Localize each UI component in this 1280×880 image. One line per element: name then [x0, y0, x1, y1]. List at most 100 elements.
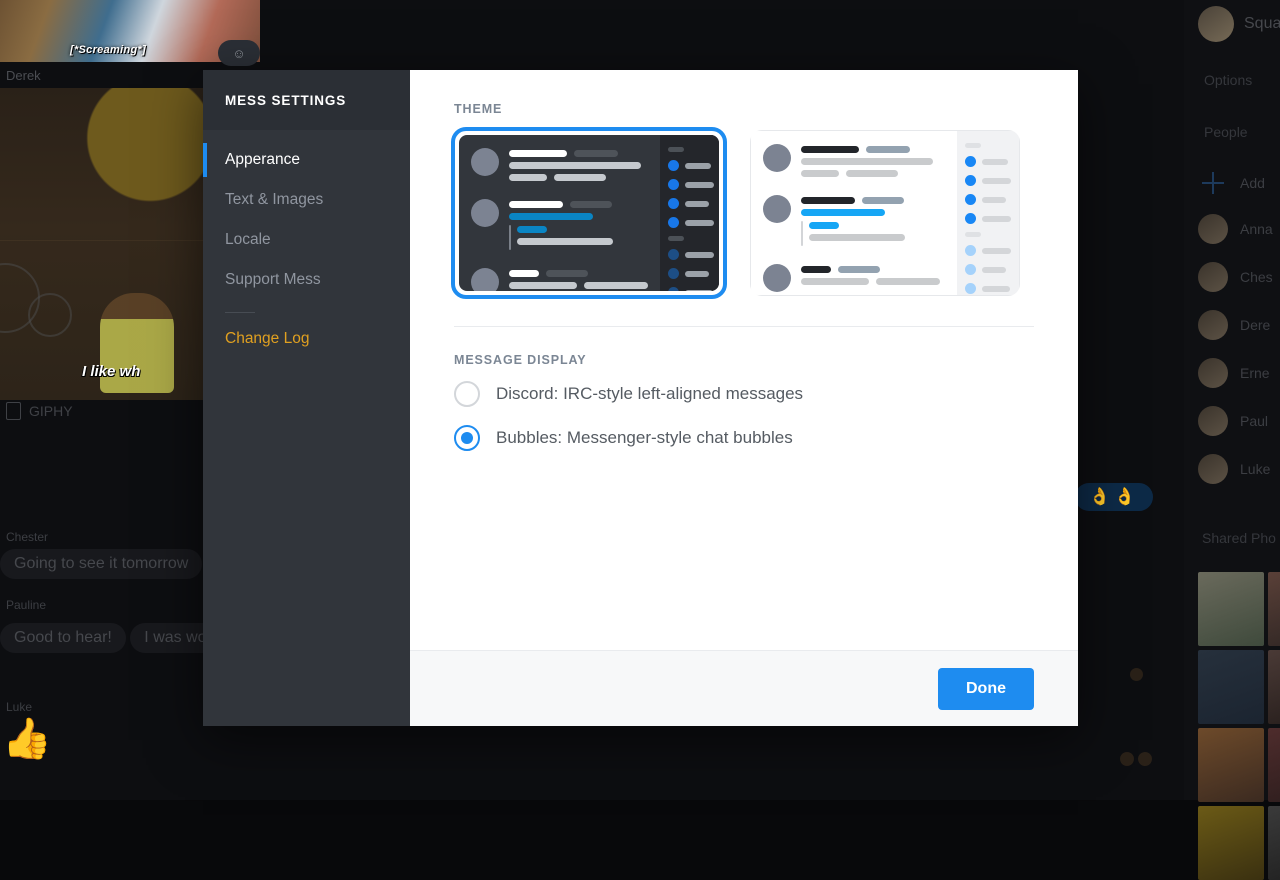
shared-photo-thumbnail[interactable]	[1268, 806, 1280, 880]
preview-message-lines	[509, 268, 648, 291]
nav-item-locale[interactable]: Locale	[203, 220, 410, 260]
preview-quote-lines	[517, 225, 648, 250]
theme-option-light[interactable]	[750, 130, 1020, 296]
people-section-label[interactable]: People	[1204, 124, 1248, 140]
preview-text-bar	[584, 282, 648, 289]
nav-item-text-and-images[interactable]: Text & Images	[203, 180, 410, 220]
radio-button-bubbles[interactable]	[454, 425, 480, 451]
settings-nav: MESS SETTINGS Apperance Text & Images Lo…	[203, 70, 410, 726]
preview-timestamp-bar	[546, 270, 588, 277]
conversation-header[interactable]: Squad	[1198, 0, 1280, 48]
member-name-bar	[982, 197, 1006, 203]
add-label: Add	[1240, 175, 1265, 191]
member-row	[965, 245, 1011, 256]
options-section-label[interactable]: Options	[1204, 72, 1252, 88]
message-author: Luke	[0, 700, 52, 714]
avatar	[1198, 454, 1228, 484]
person-name: Dere	[1240, 317, 1270, 333]
member-name-bar	[685, 252, 714, 258]
add-reaction-button[interactable]: ☺	[218, 40, 260, 66]
message-display-section-label: MESSAGE DISPLAY	[454, 353, 1034, 367]
message-display-option-discord[interactable]: Discord: IRC-style left-aligned messages	[454, 381, 1034, 407]
preview-message-group	[763, 264, 945, 292]
status-dot	[965, 175, 976, 186]
preview-text-bar	[809, 234, 905, 241]
shared-photo-thumbnail[interactable]	[1198, 728, 1264, 802]
people-list-item[interactable]: Ches	[1198, 262, 1273, 292]
gif-attachment-card[interactable]: I like wh	[0, 88, 203, 400]
member-name-bar	[982, 178, 1011, 184]
done-button[interactable]: Done	[938, 668, 1034, 710]
nav-item-change-log[interactable]: Change Log	[203, 319, 410, 359]
preview-text-row	[801, 278, 945, 285]
avatar	[1198, 6, 1234, 42]
avatar	[1198, 358, 1228, 388]
member-name-bar	[982, 286, 1010, 292]
preview-username-bar	[801, 146, 859, 153]
theme-option-dark[interactable]	[454, 130, 724, 296]
emoji-message-bubble[interactable]: 👌👌	[1075, 483, 1153, 511]
member-group-header	[668, 236, 684, 241]
preview-message-lines	[801, 195, 945, 251]
conversation-title: Squad	[1244, 15, 1280, 33]
people-list-item[interactable]: Anna	[1198, 214, 1273, 244]
people-list-item[interactable]: Luke	[1198, 454, 1270, 484]
person-name: Luke	[1240, 461, 1270, 477]
message-bubble[interactable]: Good to hear!	[0, 623, 126, 653]
preview-text-bar	[509, 162, 641, 169]
people-list-item[interactable]: Dere	[1198, 310, 1270, 340]
member-name-bar	[685, 182, 714, 188]
status-dot	[668, 249, 679, 260]
preview-username-bar	[801, 266, 831, 273]
message-group-chester: Chester Going to see it tomorrow	[0, 530, 202, 579]
member-row	[965, 213, 1011, 224]
avatar	[1198, 406, 1228, 436]
preview-quote-lines	[809, 221, 945, 246]
people-list-item[interactable]: Erne	[1198, 358, 1270, 388]
member-row	[965, 264, 1011, 275]
satellite-dish-icon	[28, 293, 72, 337]
avatar	[1198, 214, 1228, 244]
status-dot	[668, 268, 679, 279]
settings-content: THEME	[410, 70, 1078, 650]
message-display-option-bubbles[interactable]: Bubbles: Messenger-style chat bubbles	[454, 425, 1034, 451]
avatar	[763, 195, 791, 223]
preview-text-bar	[509, 174, 547, 181]
shared-photo-thumbnail[interactable]	[1198, 650, 1264, 724]
shared-photo-thumbnail[interactable]	[1268, 572, 1280, 646]
avatar	[471, 148, 499, 176]
shared-photo-thumbnail[interactable]	[1198, 806, 1264, 880]
radio-button-discord[interactable]	[454, 381, 480, 407]
add-person-button[interactable]: Add	[1198, 168, 1265, 198]
gif-banner-caption: [*Screaming*]	[70, 44, 146, 56]
quote-rule	[509, 225, 511, 250]
preview-link-bar	[809, 222, 839, 229]
avatar	[1130, 668, 1143, 681]
nav-item-support-mess[interactable]: Support Mess	[203, 260, 410, 300]
avatar	[1198, 262, 1228, 292]
member-row	[668, 217, 714, 228]
message-bubble[interactable]: Going to see it tomorrow	[0, 549, 202, 579]
preview-link-bar	[801, 209, 885, 216]
preview-text-bar	[801, 278, 869, 285]
radio-label-discord: Discord: IRC-style left-aligned messages	[496, 384, 803, 404]
status-dot	[668, 287, 679, 291]
settings-nav-list: Apperance Text & Images Locale Support M…	[203, 130, 410, 359]
shared-photo-thumbnail[interactable]	[1268, 650, 1280, 724]
member-name-bar	[982, 267, 1006, 273]
preview-text-bar	[517, 238, 613, 245]
status-dot	[965, 156, 976, 167]
people-list-item[interactable]: Paul	[1198, 406, 1268, 436]
member-row	[668, 198, 714, 209]
member-name-bar	[685, 290, 713, 292]
message-author: Chester	[0, 530, 202, 544]
shared-photo-thumbnail[interactable]	[1198, 572, 1264, 646]
quote-rule	[801, 221, 803, 246]
avatar	[1138, 752, 1152, 766]
preview-username-bar	[801, 197, 855, 204]
preview-timestamp-bar	[574, 150, 618, 157]
member-row	[668, 287, 714, 291]
thumbs-up-icon: 👍	[2, 719, 52, 759]
shared-photo-thumbnail[interactable]	[1268, 728, 1280, 802]
nav-item-apperance[interactable]: Apperance	[203, 140, 410, 180]
